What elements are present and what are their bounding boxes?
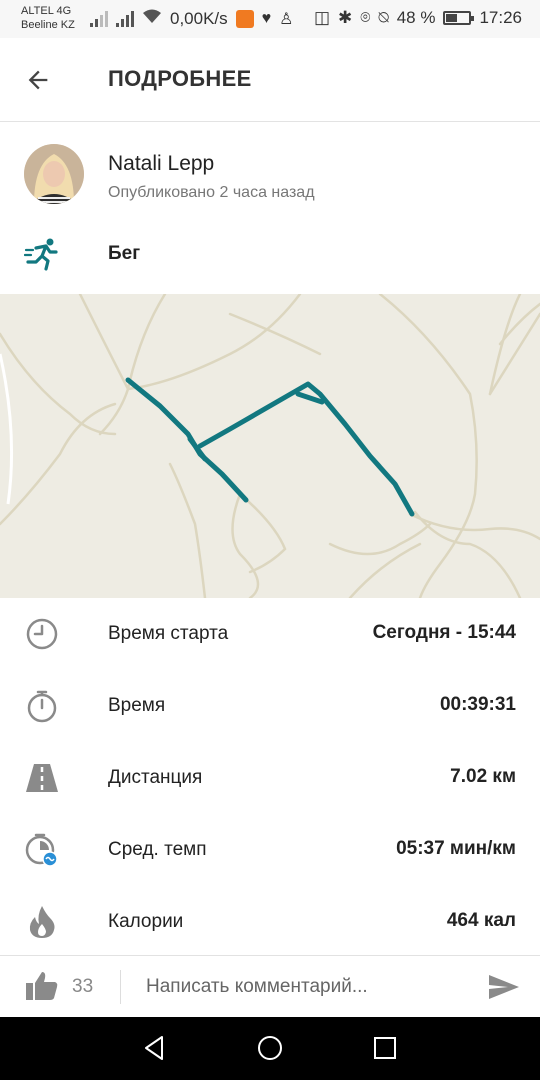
- carrier-2: Beeline KZ: [21, 19, 75, 31]
- comment-bar: 33: [0, 955, 540, 1017]
- network-speed: 0,00K/s: [170, 8, 228, 28]
- published-time: Опубликовано 2 часа назад: [108, 184, 315, 201]
- stat-label: Калории: [108, 911, 184, 932]
- status-bar: ALTEL 4G Beeline KZ 0,00K/s ♥ ♙ ◫ ✱ ⌾ ⍉ …: [0, 0, 540, 38]
- app-bar: ПОДРОБНЕЕ: [0, 38, 540, 122]
- stat-row-start-time: Время старта Сегодня - 15:44: [0, 598, 540, 670]
- nav-home-icon[interactable]: [255, 1033, 285, 1063]
- clock-icon: [26, 618, 58, 650]
- activity-type-row: Бег: [0, 222, 540, 294]
- back-button[interactable]: [18, 60, 58, 100]
- stat-row-duration: Время 00:39:31: [0, 670, 540, 742]
- person-icon: ♙: [279, 10, 294, 28]
- arrow-left-icon: [28, 70, 48, 90]
- carrier-1: ALTEL 4G: [21, 5, 72, 17]
- page-title: ПОДРОБНЕЕ: [108, 66, 252, 91]
- author-section: Natali Lepp Опубликовано 2 часа назад: [0, 122, 540, 222]
- stat-label: Время старта: [108, 623, 229, 644]
- thumbs-up-icon[interactable]: [24, 968, 60, 1004]
- send-icon[interactable]: [486, 969, 522, 1005]
- stat-value: 7.02 км: [450, 766, 516, 787]
- carrier-info: ALTEL 4G Beeline KZ: [21, 4, 75, 32]
- stat-value: 464 кал: [446, 910, 516, 931]
- heart-icon: ♥: [261, 9, 272, 27]
- stat-value: 05:37 мин/км: [396, 838, 516, 859]
- mute-icon: ⍉: [378, 8, 389, 27]
- stat-row-distance: Дистанция 7.02 км: [0, 742, 540, 814]
- stat-label: Дистанция: [108, 767, 203, 788]
- avatar[interactable]: [24, 144, 84, 204]
- stopwatch-icon: [27, 690, 57, 723]
- notification-icon: [235, 9, 254, 28]
- like-count: 33: [72, 976, 94, 997]
- stat-row-pace: Сред. темп 05:37 мин/км: [0, 814, 540, 886]
- pace-icon: [25, 833, 58, 867]
- stat-value: Сегодня - 15:44: [372, 622, 516, 643]
- clock-time: 17:26: [479, 8, 522, 27]
- author-name[interactable]: Natali Lepp: [108, 152, 214, 176]
- location-icon: ⌾: [360, 8, 371, 27]
- comment-input[interactable]: [140, 968, 470, 1006]
- map-canvas: [0, 294, 540, 598]
- stat-label: Время: [108, 695, 166, 716]
- signal-icon: [90, 10, 108, 27]
- route-map[interactable]: [0, 294, 540, 598]
- route-line: [125, 377, 415, 517]
- wifi-icon: [142, 8, 162, 29]
- stat-row-calories: Калории 464 кал: [0, 886, 540, 958]
- signal-icon: [116, 10, 134, 27]
- road-icon: [26, 764, 58, 792]
- battery-icon: [443, 11, 475, 25]
- battery-percent: 48 %: [396, 8, 436, 27]
- nav-back-icon[interactable]: [140, 1033, 170, 1063]
- nfc-icon: ◫: [313, 8, 331, 27]
- running-icon: [24, 238, 58, 271]
- stat-value: 00:39:31: [439, 694, 516, 715]
- stat-label: Сред. темп: [108, 839, 207, 860]
- bluetooth-icon: ✱: [338, 8, 353, 27]
- nav-recents-icon[interactable]: [370, 1033, 400, 1063]
- divider: [120, 970, 121, 1004]
- flame-icon: [29, 906, 55, 938]
- activity-type-label: Бег: [108, 243, 141, 264]
- system-nav-bar: [0, 1017, 540, 1080]
- stats-list: Время старта Сегодня - 15:44 Время 00:39…: [0, 598, 540, 958]
